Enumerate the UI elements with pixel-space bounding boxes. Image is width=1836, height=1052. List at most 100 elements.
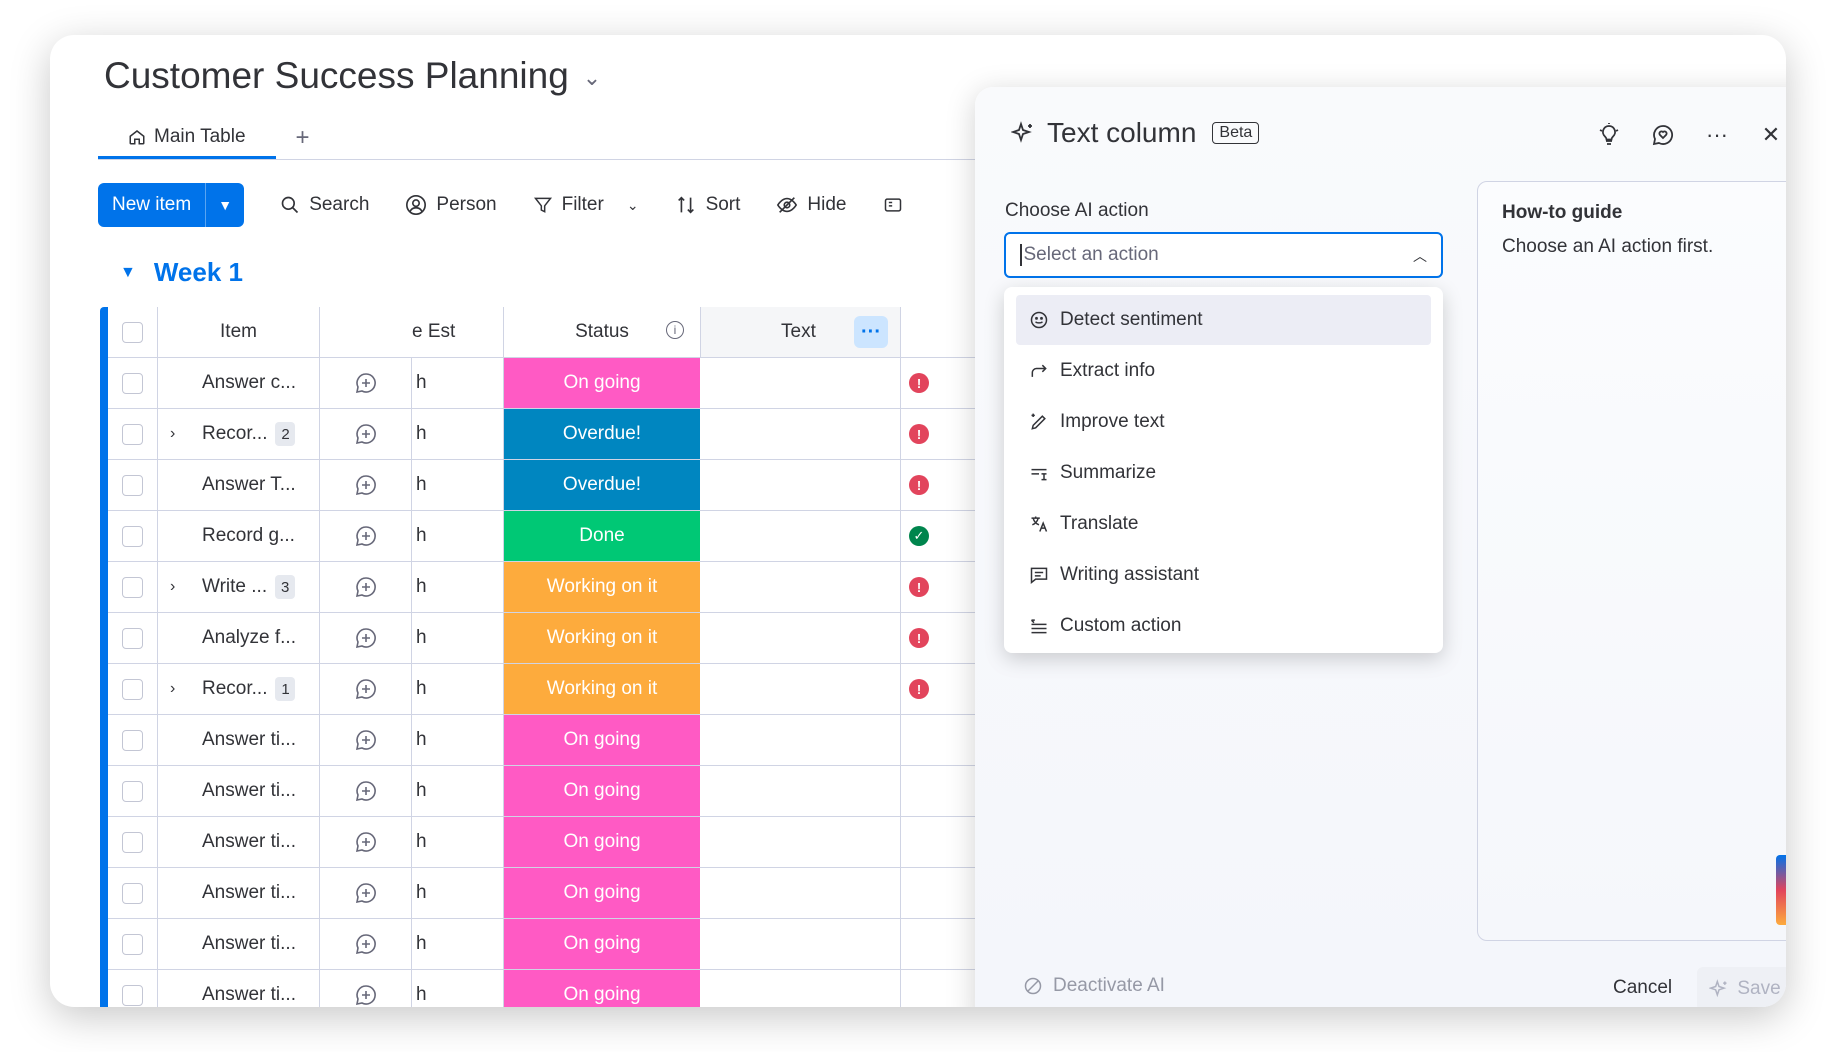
text-cell[interactable] <box>701 715 901 765</box>
more-options-icon[interactable]: ··· <box>1703 121 1731 149</box>
tab-main-table[interactable]: Main Table <box>98 117 276 159</box>
row-select-cell[interactable] <box>108 613 158 663</box>
row-select-cell[interactable] <box>108 664 158 714</box>
text-cell[interactable] <box>701 766 901 816</box>
text-cell[interactable] <box>701 868 901 918</box>
updates-cell[interactable] <box>320 613 412 663</box>
filter-button[interactable]: Filter ⌄ <box>533 194 639 216</box>
updates-cell[interactable] <box>320 919 412 969</box>
status-cell[interactable]: On going <box>504 766 701 816</box>
item-cell[interactable]: Record g... <box>158 511 320 561</box>
updates-cell[interactable] <box>320 715 412 765</box>
item-cell[interactable]: Analyze f... <box>158 613 320 663</box>
chevron-down-icon[interactable]: ▼ <box>120 264 136 282</box>
text-cell[interactable] <box>701 970 901 1007</box>
time-est-cell[interactable]: h <box>412 562 504 612</box>
time-est-cell[interactable]: h <box>412 511 504 561</box>
time-est-cell[interactable]: h <box>412 919 504 969</box>
row-select-cell[interactable] <box>108 970 158 1007</box>
time-est-cell[interactable]: h <box>412 460 504 510</box>
updates-cell[interactable] <box>320 868 412 918</box>
row-select-cell[interactable] <box>108 919 158 969</box>
updates-cell[interactable] <box>320 409 412 459</box>
ai-action-select[interactable]: Select an action ︿ <box>1004 232 1443 278</box>
save-button[interactable]: Save <box>1697 967 1786 1007</box>
item-cell[interactable]: › Recor... 1 <box>158 664 320 714</box>
column-header-status[interactable]: Status i <box>504 307 701 357</box>
item-cell[interactable]: › Recor... 2 <box>158 409 320 459</box>
updates-cell[interactable] <box>320 970 412 1007</box>
row-checkbox[interactable] <box>122 627 143 649</box>
text-cell[interactable] <box>701 919 901 969</box>
close-icon[interactable]: ✕ <box>1757 121 1785 149</box>
dropdown-item-detect-sentiment[interactable]: Detect sentiment <box>1016 295 1431 345</box>
cancel-button[interactable]: Cancel <box>1613 977 1672 999</box>
chevron-right-icon[interactable]: › <box>170 425 175 443</box>
item-cell[interactable]: Answer ti... <box>158 868 320 918</box>
person-filter-button[interactable]: Person <box>405 194 497 216</box>
updates-cell[interactable] <box>320 817 412 867</box>
row-checkbox[interactable] <box>122 576 143 598</box>
row-select-cell[interactable] <box>108 358 158 408</box>
row-checkbox[interactable] <box>122 933 143 955</box>
dropdown-item-summarize[interactable]: Summarize <box>1016 448 1431 498</box>
item-cell[interactable]: Answer ti... <box>158 715 320 765</box>
chevron-up-icon[interactable]: ︿ <box>1413 246 1427 266</box>
row-select-cell[interactable] <box>108 817 158 867</box>
text-cell[interactable] <box>701 664 901 714</box>
time-est-cell[interactable]: h <box>412 715 504 765</box>
chevron-down-icon[interactable]: ⌄ <box>583 65 601 91</box>
side-widget-edge[interactable] <box>1776 855 1786 925</box>
row-checkbox[interactable] <box>122 423 143 445</box>
item-cell[interactable]: Answer ti... <box>158 919 320 969</box>
row-select-cell[interactable] <box>108 766 158 816</box>
row-checkbox[interactable] <box>122 729 143 751</box>
item-cell[interactable]: Answer ti... <box>158 817 320 867</box>
hide-button[interactable]: Hide <box>776 194 847 216</box>
row-select-cell[interactable] <box>108 460 158 510</box>
row-select-cell[interactable] <box>108 868 158 918</box>
status-cell[interactable]: On going <box>504 817 701 867</box>
time-est-cell[interactable]: h <box>412 358 504 408</box>
row-checkbox[interactable] <box>122 882 143 904</box>
row-checkbox[interactable] <box>122 780 143 802</box>
column-header-item[interactable]: Item <box>158 307 320 357</box>
dropdown-item-extract-info[interactable]: Extract info <box>1016 346 1431 396</box>
group-by-button[interactable] <box>883 195 903 215</box>
updates-cell[interactable] <box>320 358 412 408</box>
row-select-cell[interactable] <box>108 562 158 612</box>
text-cell[interactable] <box>701 817 901 867</box>
text-cell[interactable] <box>701 511 901 561</box>
status-cell[interactable]: Working on it <box>504 664 701 714</box>
item-cell[interactable]: Answer ti... <box>158 970 320 1007</box>
time-est-cell[interactable]: h <box>412 766 504 816</box>
dropdown-item-custom-action[interactable]: Custom action <box>1016 601 1431 651</box>
status-cell[interactable]: Working on it <box>504 613 701 663</box>
row-checkbox[interactable] <box>122 372 143 394</box>
sort-button[interactable]: Sort <box>675 194 740 216</box>
add-tab-button[interactable]: + <box>296 117 310 159</box>
column-header-text[interactable]: Text ··· <box>701 307 901 357</box>
status-cell[interactable]: On going <box>504 970 701 1007</box>
text-cell[interactable] <box>701 613 901 663</box>
board-title[interactable]: Customer Success Planning ⌄ <box>104 55 601 97</box>
text-cell[interactable] <box>701 460 901 510</box>
search-button[interactable]: Search <box>280 194 369 216</box>
status-cell[interactable]: On going <box>504 919 701 969</box>
status-cell[interactable]: Working on it <box>504 562 701 612</box>
dropdown-item-improve-text[interactable]: Improve text <box>1016 397 1431 447</box>
text-cell[interactable] <box>701 358 901 408</box>
dropdown-item-writing-assistant[interactable]: Writing assistant <box>1016 550 1431 600</box>
row-checkbox[interactable] <box>122 474 143 496</box>
status-cell[interactable]: On going <box>504 358 701 408</box>
chevron-right-icon[interactable]: › <box>170 680 175 698</box>
updates-cell[interactable] <box>320 664 412 714</box>
time-est-cell[interactable]: h <box>412 664 504 714</box>
updates-cell[interactable] <box>320 511 412 561</box>
chevron-right-icon[interactable]: › <box>170 578 175 596</box>
item-cell[interactable]: Answer T... <box>158 460 320 510</box>
status-cell[interactable]: On going <box>504 868 701 918</box>
status-cell[interactable]: Done <box>504 511 701 561</box>
time-est-cell[interactable]: h <box>412 817 504 867</box>
lightbulb-icon[interactable] <box>1595 121 1623 149</box>
